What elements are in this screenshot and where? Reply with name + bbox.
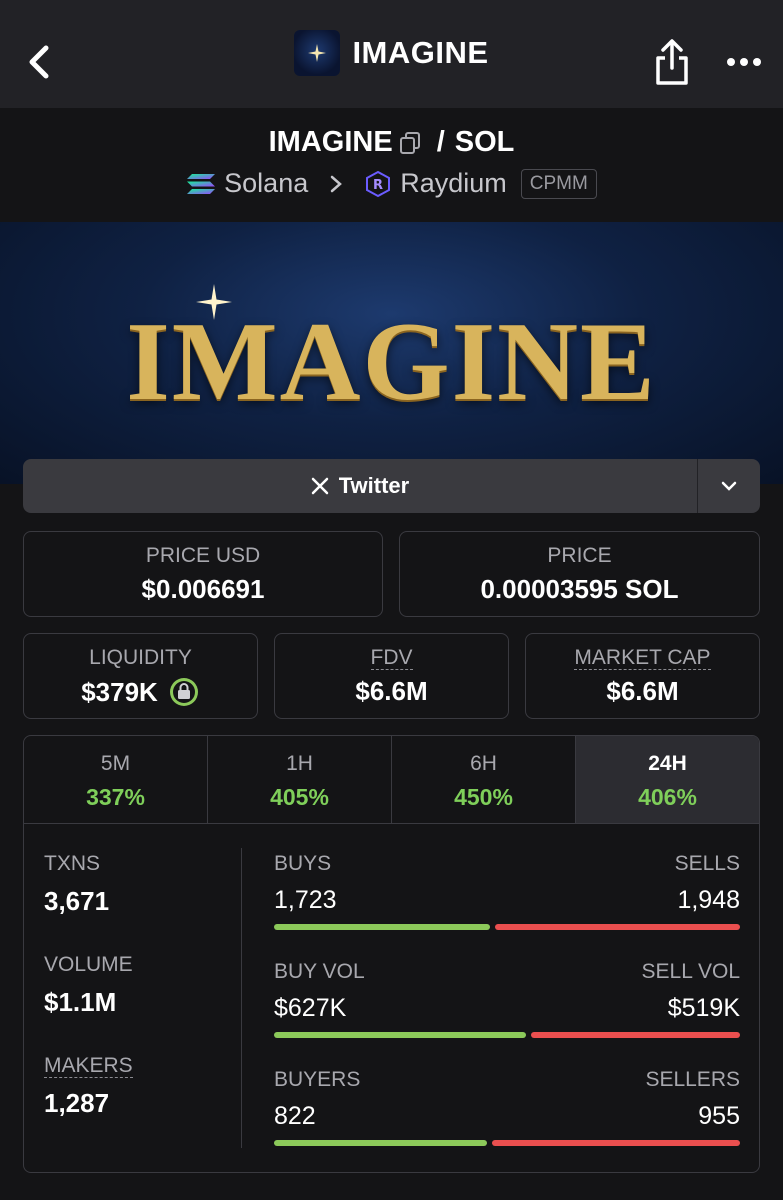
tab-change: 450% <box>454 784 513 810</box>
top-nav: IMAGINE <box>0 0 783 108</box>
tab-change: 406% <box>638 784 697 810</box>
price-native-value: 0.00003595 SOL <box>480 574 679 604</box>
tab-label: 1H <box>286 752 313 775</box>
social-links-bar: Twitter <box>23 459 760 513</box>
pair-title: IMAGINE / SOL <box>0 126 783 159</box>
sell-vol-bar <box>531 1032 740 1038</box>
svg-text:R: R <box>373 178 383 193</box>
makers-stat: MAKERS 1,287 <box>44 1054 133 1119</box>
twitter-link[interactable]: Twitter <box>23 459 697 513</box>
tab-label: 5M <box>100 752 131 775</box>
timeframe-tabs: 5M 337% 1H 405% 6H 450% 24H 406% <box>24 736 759 824</box>
txns-value: 3,671 <box>44 886 110 916</box>
buys-label: BUYS <box>274 852 332 875</box>
chevron-down-icon <box>721 481 737 491</box>
share-icon <box>656 39 688 85</box>
dex-name[interactable]: Raydium <box>400 168 507 199</box>
nav-title-group: IMAGINE <box>294 30 488 76</box>
base-token: IMAGINE <box>268 126 393 158</box>
tab-6h[interactable]: 6H 450% <box>392 736 576 823</box>
twitter-label: Twitter <box>338 473 410 498</box>
txns-stat: TXNS 3,671 <box>44 852 133 917</box>
buyers-bar <box>274 1140 487 1146</box>
back-button[interactable] <box>22 42 56 82</box>
copy-icon[interactable] <box>399 131 421 155</box>
buy-vol-label: BUY VOL <box>274 960 365 983</box>
sells-label: SELLS <box>674 852 740 875</box>
tab-change: 337% <box>86 784 145 810</box>
more-dots-icon <box>727 58 761 66</box>
solana-icon <box>187 173 216 194</box>
more-options-button[interactable] <box>724 52 764 72</box>
chain-name[interactable]: Solana <box>224 168 308 199</box>
makers-value: 1,287 <box>44 1088 110 1118</box>
makers-label[interactable]: MAKERS <box>44 1054 133 1078</box>
tab-label: 6H <box>470 752 497 775</box>
txns-label: TXNS <box>44 852 101 875</box>
buy-vol-bar <box>274 1032 526 1038</box>
market-cap-label[interactable]: MARKET CAP <box>574 646 711 670</box>
market-cap-value: $6.6M <box>606 676 679 706</box>
volume-stat: VOLUME $1.1M <box>44 953 133 1018</box>
chain-breadcrumb: Solana R Raydium CPMM <box>0 168 783 199</box>
price-usd-value: $0.006691 <box>141 574 265 604</box>
token-logo <box>294 30 341 76</box>
sellers-value: 955 <box>698 1102 740 1130</box>
fdv-label[interactable]: FDV <box>370 646 413 670</box>
dex-type-badge: CPMM <box>520 168 597 199</box>
buy-vol-value: $627K <box>274 994 347 1022</box>
fdv-box: FDV $6.6M <box>274 633 509 719</box>
sparkle-icon <box>308 44 327 62</box>
pair-separator: / <box>436 126 445 158</box>
share-button[interactable] <box>652 38 692 86</box>
column-divider <box>241 848 242 1148</box>
buyers-label: BUYERS <box>274 1068 361 1091</box>
lock-icon[interactable] <box>168 676 200 708</box>
volume-label: VOLUME <box>44 953 133 976</box>
x-logo-icon <box>311 477 328 495</box>
buys-bar <box>274 924 490 930</box>
chevron-left-icon <box>29 45 49 79</box>
pair-header: IMAGINE / SOL Solana R Raydium CPMM <box>0 108 783 222</box>
sell-vol-label: SELL VOL <box>641 960 740 983</box>
buys-value: 1,723 <box>274 886 337 914</box>
sellers-label: SELLERS <box>645 1068 740 1091</box>
buyers-sellers-row: BUYERS SELLERS 822 955 <box>274 1068 740 1172</box>
token-banner: IMAGINE <box>0 222 783 484</box>
tab-change: 405% <box>270 784 329 810</box>
price-usd-label: PRICE USD <box>145 544 261 567</box>
links-dropdown-button[interactable] <box>697 459 760 513</box>
liquidity-label: LIQUIDITY <box>89 646 192 669</box>
price-native-box: PRICE 0.00003595 SOL <box>399 531 760 617</box>
sellers-bar <box>492 1140 740 1146</box>
market-cap-box: MARKET CAP $6.6M <box>525 633 760 719</box>
tab-24h[interactable]: 24H 406% <box>576 736 759 823</box>
buys-sells-row: BUYS SELLS 1,723 1,948 <box>274 852 740 960</box>
volume-value: $1.1M <box>44 987 117 1017</box>
buyers-value: 822 <box>274 1102 316 1130</box>
fdv-value: $6.6M <box>355 676 428 706</box>
price-usd-box: PRICE USD $0.006691 <box>23 531 383 617</box>
tab-5m[interactable]: 5M 337% <box>24 736 208 823</box>
sells-bar <box>495 924 740 930</box>
banner-logo-text: IMAGINE <box>126 300 657 424</box>
raydium-icon: R <box>366 170 391 197</box>
buy-sell-volume-row: BUY VOL SELL VOL $627K $519K <box>274 960 740 1068</box>
sells-value: 1,948 <box>677 886 740 914</box>
liquidity-box: LIQUIDITY $379K <box>23 633 258 719</box>
tab-label: 24H <box>648 752 687 775</box>
price-native-label: PRICE <box>547 544 612 567</box>
nav-title: IMAGINE <box>352 35 489 70</box>
quote-token: SOL <box>454 126 515 158</box>
chevron-right-icon <box>330 175 343 192</box>
tab-1h[interactable]: 1H 405% <box>208 736 392 823</box>
summary-column: TXNS 3,671 VOLUME $1.1M MAKERS 1,287 <box>44 852 133 1155</box>
liquidity-value: $379K <box>81 676 158 707</box>
stats-panel: 5M 337% 1H 405% 6H 450% 24H 406% TXNS 3,… <box>23 735 760 1173</box>
breakdown-column: BUYS SELLS 1,723 1,948 BUY VOL SELL VOL … <box>274 852 740 1172</box>
sell-vol-value: $519K <box>667 994 740 1022</box>
